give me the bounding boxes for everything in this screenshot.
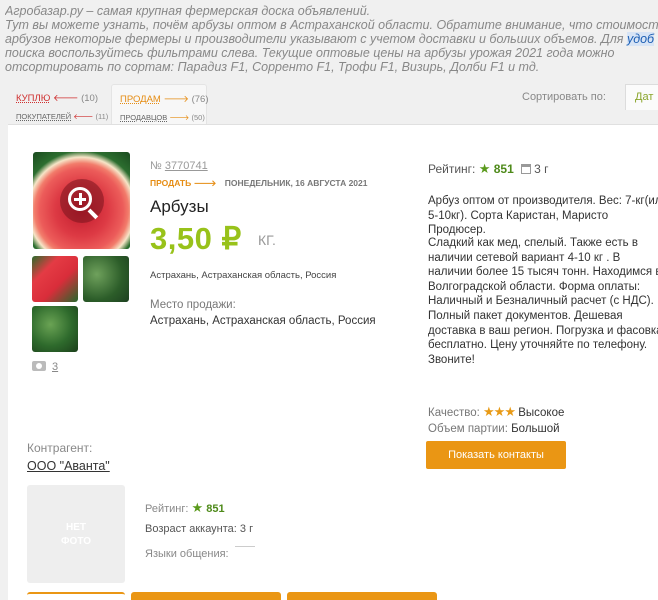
calendar-icon <box>521 164 532 174</box>
rating-value: 851 <box>493 162 514 176</box>
seller-no-photo: НЕТ ФОТО <box>27 485 125 583</box>
place-label: Место продажи: <box>150 299 236 311</box>
thumbnail-1[interactable] <box>32 256 78 302</box>
tab-buyers-label[interactable]: ПОКУПАТЕЛЕЙ <box>16 112 71 121</box>
seller-rating-label: Рейтинг: <box>145 503 189 515</box>
seller-languages-label: Языки общения: <box>145 548 229 560</box>
seller-rating-value: 851 <box>206 503 225 515</box>
tab-sellers-count: (50) <box>191 113 205 122</box>
thumbnail-3[interactable] <box>32 306 78 352</box>
bottom-button-3[interactable] <box>287 592 437 600</box>
tab-buy-count: (10) <box>81 93 99 104</box>
no-photo-line-2: ФОТО <box>61 536 91 547</box>
listing-date: ПОНЕДЕЛЬНИК, 16 АВГУСТА 2021 <box>224 178 368 188</box>
star-icon: ★ <box>478 161 491 176</box>
arrow-left-icon: 🡐 <box>52 93 79 104</box>
quality-label: Качество: <box>428 407 480 419</box>
arrow-right-icon: 🡒 <box>169 113 190 122</box>
bottom-button-2[interactable] <box>131 592 281 600</box>
seller-rating: Рейтинг: ★ 851 <box>145 500 225 516</box>
tab-sell-label[interactable]: ПРОДАМ <box>120 94 161 105</box>
listing-location: Астрахань, Астраханская область, Россия <box>150 270 337 281</box>
listing-price: 3,50 ₽ <box>150 221 242 256</box>
listing-card: 3 № 3770741 ПРОДАТЬ 🡒 ПОНЕДЕЛЬНИК, 16 АВ… <box>8 124 658 600</box>
description-long: Сладкий как мед, спелый. Также есть в на… <box>428 237 658 366</box>
intro-highlight: удоб <box>626 32 655 46</box>
volume-label: Объем партии: <box>428 423 508 435</box>
tab-sell[interactable]: ПРОДАМ 🡒 (76) ПРОДАВЦОВ 🡒 (50) <box>111 84 209 124</box>
photo-count-value: 3 <box>52 361 59 373</box>
intro-line-3: арбузов некоторые фермеры и производител… <box>5 32 658 46</box>
tab-buy-label[interactable]: КУПЛЮ <box>16 93 50 104</box>
tab-buyers-count: (11) <box>95 112 109 121</box>
quality-row: Качество: ★★★ Высокое <box>428 404 564 420</box>
listing-number-prefix: № <box>150 160 162 172</box>
quality-stars-icon: ★★★ <box>483 404 516 419</box>
tabs-bar: КУПЛЮ 🡐 (10) ПОКУПАТЕЛЕЙ 🡐 (11) ПРОДАМ 🡒… <box>0 84 658 124</box>
show-contacts-button[interactable]: Показать контакты <box>426 441 566 469</box>
rating-label: Рейтинг: <box>428 162 476 176</box>
arrow-right-icon: 🡒 <box>193 178 217 188</box>
intro-line-5: отсортировать по сортам: Парадиз F1, Сор… <box>5 60 540 74</box>
intro-line-1: Агробазар.ру – самая крупная фермерская … <box>5 4 371 18</box>
no-photo-line-1: НЕТ <box>66 522 86 533</box>
arrow-left-icon: 🡐 <box>73 112 94 121</box>
star-icon: ★ <box>191 500 204 515</box>
price-unit: КГ. <box>258 232 276 248</box>
arrow-right-icon: 🡒 <box>163 94 189 105</box>
intro-line-4: поиска воспользуйтесь фильтрами слева. Т… <box>5 46 615 60</box>
listing-number-link[interactable]: 3770741 <box>165 160 208 172</box>
listing-number: № 3770741 <box>150 160 208 172</box>
photo-count[interactable]: 3 <box>32 361 58 373</box>
main-photo[interactable] <box>33 152 130 249</box>
bottom-button-1[interactable] <box>27 592 125 600</box>
seller-age-value: 3 г <box>239 523 254 535</box>
thumbnail-2[interactable] <box>83 256 129 302</box>
tab-buy[interactable]: КУПЛЮ 🡐 (10) ПОКУПАТЕЛЕЙ 🡐 (11) <box>8 84 108 124</box>
counterparty-label: Контрагент: <box>27 441 93 455</box>
tab-sellers-label[interactable]: ПРОДАВЦОВ <box>120 113 167 122</box>
seller-age-label: Возраст аккаунта: <box>145 523 237 535</box>
languages-placeholder <box>234 546 255 547</box>
sell-badge[interactable]: ПРОДАТЬ <box>150 178 191 188</box>
place-value: Астрахань, Астраханская область, Россия <box>150 315 376 327</box>
sort-date-button[interactable]: Дат <box>625 84 658 110</box>
intro-line-3-text: арбузов некоторые фермеры и производител… <box>5 32 627 46</box>
quality-value: Высокое <box>518 407 565 419</box>
seller-age: Возраст аккаунта: 3 г <box>145 523 253 535</box>
counterparty-name[interactable]: ООО "Аванта" <box>27 459 110 473</box>
listing-title: Арбузы <box>150 197 209 216</box>
volume-value: Большой <box>511 423 560 435</box>
zoom-icon[interactable] <box>60 179 104 223</box>
listing-meta: ПРОДАТЬ 🡒 ПОНЕДЕЛЬНИК, 16 АВГУСТА 2021 <box>150 178 367 189</box>
description-short: Арбуз оптом от производителя. Вес: 7-кг(… <box>428 195 658 237</box>
tab-sell-count: (76) <box>191 94 209 105</box>
camera-icon <box>32 361 46 371</box>
intro-line-2: Тут вы можете узнать, почём арбузы оптом… <box>5 18 658 32</box>
volume-row: Объем партии: Большой <box>428 423 560 435</box>
listing-rating: Рейтинг: ★ 851 3 г <box>428 161 549 177</box>
seller-languages: Языки общения: <box>145 546 255 560</box>
sort-label: Сортировать по: <box>522 91 606 103</box>
intro-text: Агробазар.ру – самая крупная фермерская … <box>5 4 658 74</box>
account-age: 3 г <box>534 162 549 176</box>
